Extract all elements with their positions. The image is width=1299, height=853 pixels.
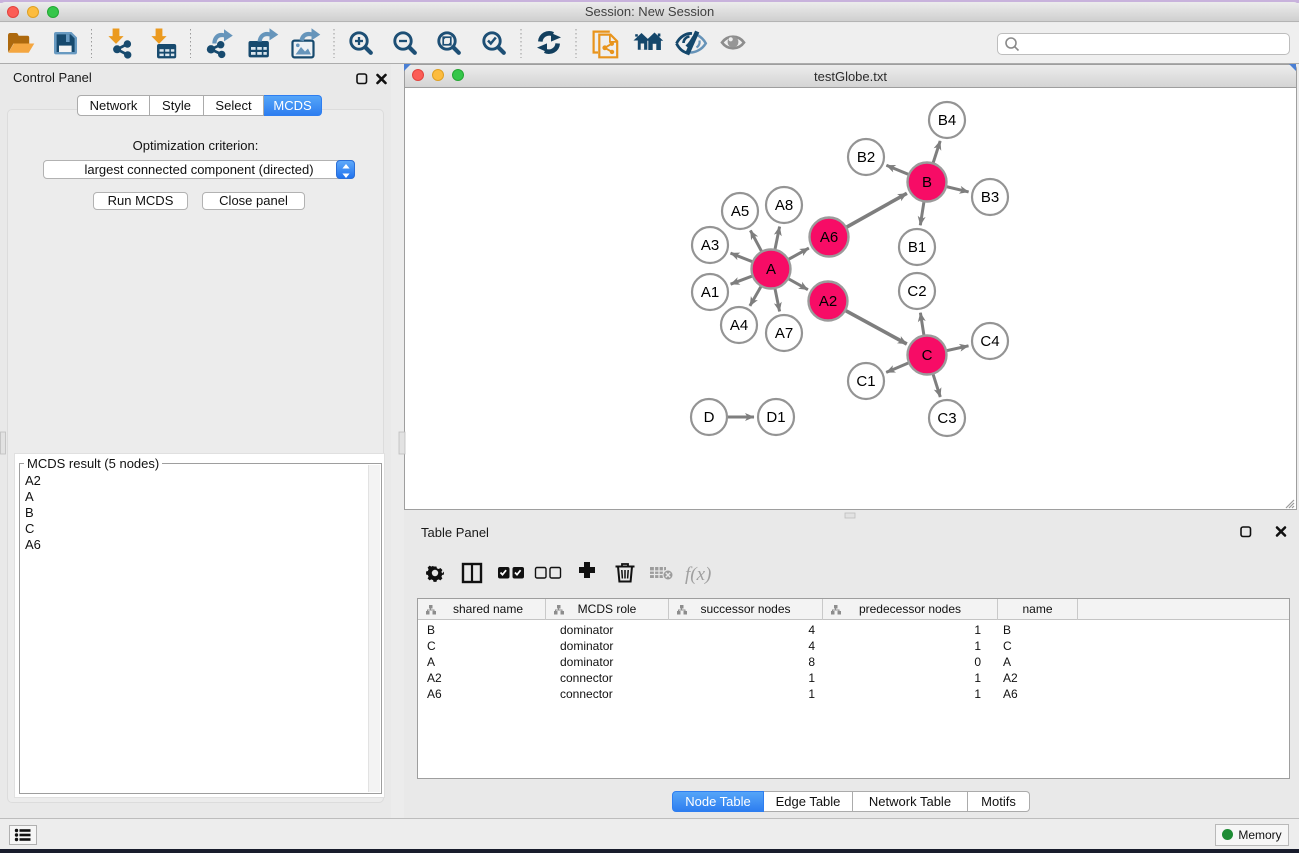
svg-text:f(x): f(x) xyxy=(685,564,711,585)
